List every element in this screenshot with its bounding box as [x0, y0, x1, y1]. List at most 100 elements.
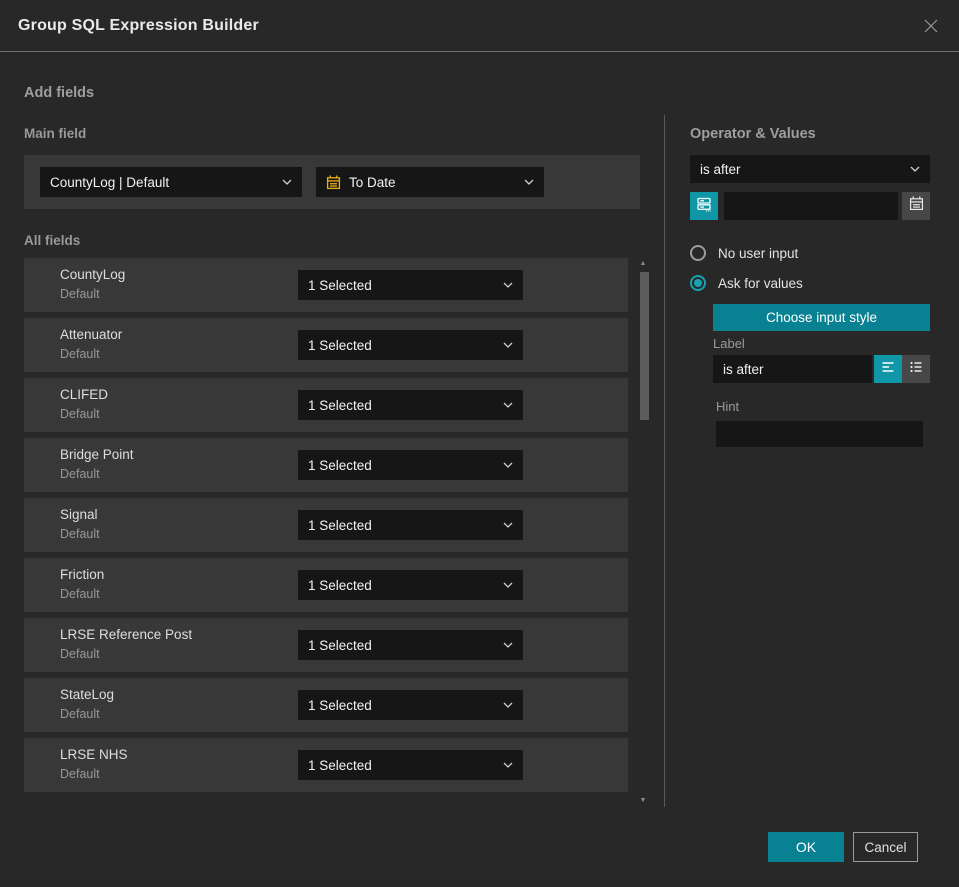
main-field-type-select[interactable]: To Date: [316, 167, 544, 197]
chevron-down-icon: [282, 179, 292, 185]
all-fields-label: All fields: [24, 233, 81, 248]
chevron-down-icon: [503, 342, 513, 348]
main-field-select[interactable]: CountyLog | Default: [40, 167, 302, 197]
single-line-style-button[interactable]: [874, 355, 902, 383]
chevron-down-icon: [503, 702, 513, 708]
radio-circle-selected-icon: [690, 275, 706, 291]
field-subtitle: Default: [60, 707, 100, 721]
main-field-label: Main field: [24, 126, 87, 141]
close-icon[interactable]: [921, 16, 941, 36]
date-picker-button[interactable]: [902, 192, 930, 220]
chevron-down-icon: [524, 179, 534, 185]
field-selected-dropdown[interactable]: 1 Selected: [298, 390, 523, 420]
operator-values-heading: Operator & Values: [690, 126, 816, 142]
field-selected-value: 1 Selected: [308, 757, 372, 773]
set-from-values-button[interactable]: [690, 192, 718, 220]
scrollbar-thumb[interactable]: [640, 272, 649, 420]
field-subtitle: Default: [60, 587, 100, 601]
label-input[interactable]: [713, 355, 872, 383]
field-row: Friction Default 1 Selected: [24, 558, 628, 612]
radio-label: Ask for values: [718, 275, 803, 291]
field-selected-dropdown[interactable]: 1 Selected: [298, 750, 523, 780]
field-row: Attenuator Default 1 Selected: [24, 318, 628, 372]
field-subtitle: Default: [60, 527, 100, 541]
field-selected-dropdown[interactable]: 1 Selected: [298, 630, 523, 660]
field-selected-value: 1 Selected: [308, 697, 372, 713]
chevron-down-icon: [503, 402, 513, 408]
field-row: CountyLog Default 1 Selected: [24, 258, 628, 312]
list-scrollbar[interactable]: ▲ ▼: [636, 258, 650, 806]
list-style-button[interactable]: [902, 355, 930, 383]
field-selected-dropdown[interactable]: 1 Selected: [298, 330, 523, 360]
stacked-rows-icon: [696, 196, 712, 217]
scrollbar-up-arrow[interactable]: ▲: [636, 260, 650, 267]
field-row: Signal Default 1 Selected: [24, 498, 628, 552]
chevron-down-icon: [503, 282, 513, 288]
chevron-down-icon: [503, 642, 513, 648]
field-name: CLIFED: [60, 387, 109, 402]
field-name: Friction: [60, 567, 105, 582]
chevron-down-icon: [910, 166, 920, 172]
field-name: CountyLog: [60, 267, 126, 282]
hint-input[interactable]: [716, 421, 923, 447]
calendar-gold-icon: [326, 174, 341, 190]
dialog-titlebar: Group SQL Expression Builder: [0, 0, 959, 52]
main-field-panel: CountyLog | Default To Date: [24, 155, 640, 209]
field-name: LRSE Reference Post: [60, 627, 193, 642]
add-fields-heading: Add fields: [24, 85, 95, 101]
field-selected-dropdown[interactable]: 1 Selected: [298, 690, 523, 720]
field-name: StateLog: [60, 687, 115, 702]
operator-select-value: is after: [700, 161, 741, 177]
ok-button[interactable]: OK: [768, 832, 844, 862]
calendar-icon: [909, 196, 924, 216]
field-row: Bridge Point Default 1 Selected: [24, 438, 628, 492]
field-selected-value: 1 Selected: [308, 637, 372, 653]
field-subtitle: Default: [60, 467, 100, 481]
field-subtitle: Default: [60, 407, 100, 421]
bullet-list-icon: [908, 359, 924, 380]
all-fields-list: CountyLog Default 1 Selected Attenuator …: [24, 258, 628, 798]
field-selected-dropdown[interactable]: 1 Selected: [298, 510, 523, 540]
label-heading: Label: [713, 336, 745, 351]
main-field-select-value: CountyLog | Default: [50, 174, 170, 190]
scrollbar-down-arrow[interactable]: ▼: [636, 797, 650, 804]
field-selected-value: 1 Selected: [308, 517, 372, 533]
hint-heading: Hint: [716, 399, 740, 414]
radio-ask-for-values[interactable]: Ask for values: [690, 275, 803, 291]
radio-circle-icon: [690, 245, 706, 261]
field-row: LRSE Reference Post Default 1 Selected: [24, 618, 628, 672]
field-selected-value: 1 Selected: [308, 457, 372, 473]
panel-divider: [664, 115, 665, 807]
field-row: StateLog Default 1 Selected: [24, 678, 628, 732]
field-name: Bridge Point: [60, 447, 134, 462]
field-selected-value: 1 Selected: [308, 277, 372, 293]
align-left-icon: [880, 359, 896, 380]
field-row: CLIFED Default 1 Selected: [24, 378, 628, 432]
value-input[interactable]: [724, 192, 898, 220]
operator-select[interactable]: is after: [690, 155, 930, 183]
choose-input-style-button[interactable]: Choose input style: [713, 304, 930, 331]
field-selected-value: 1 Selected: [308, 577, 372, 593]
field-subtitle: Default: [60, 287, 100, 301]
field-selected-value: 1 Selected: [308, 337, 372, 353]
field-name: Attenuator: [60, 327, 123, 342]
cancel-button[interactable]: Cancel: [853, 832, 918, 862]
field-selected-value: 1 Selected: [308, 397, 372, 413]
chevron-down-icon: [503, 582, 513, 588]
dialog-title: Group SQL Expression Builder: [18, 16, 259, 34]
field-name: LRSE NHS: [60, 747, 128, 762]
chevron-down-icon: [503, 522, 513, 528]
field-subtitle: Default: [60, 347, 100, 361]
field-selected-dropdown[interactable]: 1 Selected: [298, 570, 523, 600]
field-selected-dropdown[interactable]: 1 Selected: [298, 270, 523, 300]
radio-no-user-input[interactable]: No user input: [690, 245, 798, 261]
main-field-type-value: To Date: [349, 174, 396, 190]
field-selected-dropdown[interactable]: 1 Selected: [298, 450, 523, 480]
field-row: LRSE NHS Default 1 Selected: [24, 738, 628, 792]
field-subtitle: Default: [60, 647, 100, 661]
chevron-down-icon: [503, 762, 513, 768]
radio-label: No user input: [718, 245, 799, 261]
chevron-down-icon: [503, 462, 513, 468]
field-name: Signal: [60, 507, 98, 522]
field-subtitle: Default: [60, 767, 100, 781]
